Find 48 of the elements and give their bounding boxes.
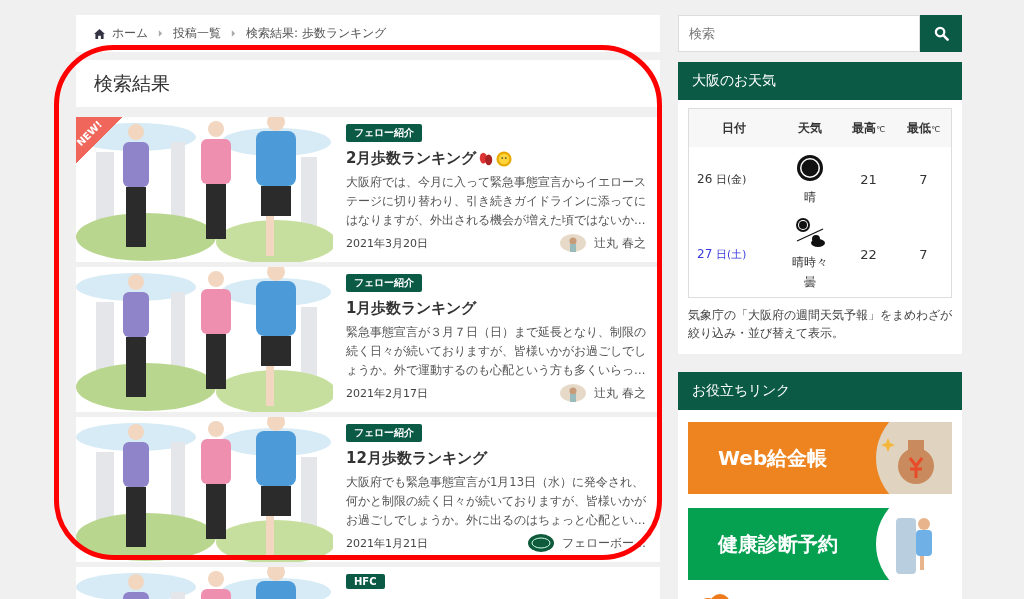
caret-icon — [231, 30, 236, 37]
breadcrumb-link[interactable]: 投稿一覧 — [173, 25, 221, 42]
page-heading: 検索結果 — [94, 70, 170, 96]
category-tag[interactable]: フェロー紹介 — [346, 274, 422, 292]
breadcrumb-link[interactable]: ホーム — [112, 25, 148, 42]
footprints-icon — [478, 150, 495, 167]
column-header: 最高℃ — [841, 108, 896, 147]
avatar-icon — [560, 384, 587, 402]
caret-icon — [158, 30, 163, 37]
post-date: 2021年2月17日 — [346, 385, 428, 401]
author-name[interactable]: 辻丸 春之 — [594, 384, 646, 402]
search-button[interactable] — [920, 15, 962, 52]
widget-title: 大阪のお天気 — [692, 72, 776, 90]
column-header: 最低℃ — [895, 108, 952, 147]
avatar-icon — [560, 234, 587, 252]
date-cell: 27 日(土) — [688, 212, 780, 298]
author-name[interactable]: 辻丸 春之 — [594, 234, 646, 252]
post-excerpt: 大阪府でも緊急事態宣言が1月13日（水）に発令され、何かと制限の続く日々が続いておりますが、皆様いかがお過ごしでしょうか。外に出るのはちょっと心配とい… — [346, 474, 646, 529]
sun-cloud-icon — [794, 217, 827, 249]
post-date: 2021年3月20日 — [346, 235, 428, 251]
category-tag[interactable]: フェロー紹介 — [346, 424, 422, 442]
weather-note: 気象庁の「大阪府の週間天気予報」をまめわざが絞り込み・並び替えて表示。 — [688, 307, 952, 342]
breadcrumb-current: 検索結果: 歩数ランキング — [246, 25, 386, 42]
widget-title: お役立ちリンク — [692, 382, 790, 400]
high-temp: 21 — [841, 147, 896, 212]
post-card[interactable]: HFC — [76, 567, 660, 599]
sun-face-icon — [496, 150, 513, 167]
post-title[interactable]: 12月歩数ランキング — [346, 449, 487, 468]
high-temp: 22 — [841, 212, 896, 298]
low-temp: 7 — [895, 147, 952, 212]
date-cell: 26 日(金) — [688, 147, 780, 212]
weather-label: 晴 — [803, 189, 818, 206]
post-excerpt: 緊急事態宣言が３月７日（日）まで延長となり、制限の続く日々が続いておりますが、皆様いかがお過ごしでしょうか。外で運動するのも心配という方も多くいらっ… — [346, 324, 646, 379]
home-icon — [94, 28, 105, 39]
post-date: 2021年1月21日 — [346, 535, 428, 551]
category-tag[interactable]: HFC — [346, 574, 385, 589]
search-field[interactable]: 検索 — [678, 15, 920, 52]
low-temp: 7 — [895, 212, 952, 298]
column-header: 日付 — [688, 108, 780, 147]
logo-icon — [528, 534, 554, 552]
post-title[interactable]: 1月歩数ランキング — [346, 299, 477, 318]
post-title[interactable]: 2月歩数ランキング — [346, 149, 477, 168]
category-tag[interactable]: フェロー紹介 — [346, 124, 422, 142]
post-excerpt: 大阪府では、今月に入って緊急事態宣言からイエローステージに切り替わり、引き続きガイドラインに添ってにはなりますが、外出される機会が増えた頃ではないか… — [346, 174, 646, 229]
column-header: 天気 — [779, 108, 842, 147]
weather-label: 晴時々曇 — [791, 254, 830, 291]
post-card[interactable]: フェロー紹介 1月歩数ランキング 緊急事態宣言が３月７日（日）まで延長となり、制限の続く日々が続いておりますが、皆様いかがお過ごしでしょうか。外で運動するのも心配という方も多くいらっ… 2021年2月17日 辻丸 春之 — [76, 267, 660, 412]
search-icon — [933, 26, 949, 41]
